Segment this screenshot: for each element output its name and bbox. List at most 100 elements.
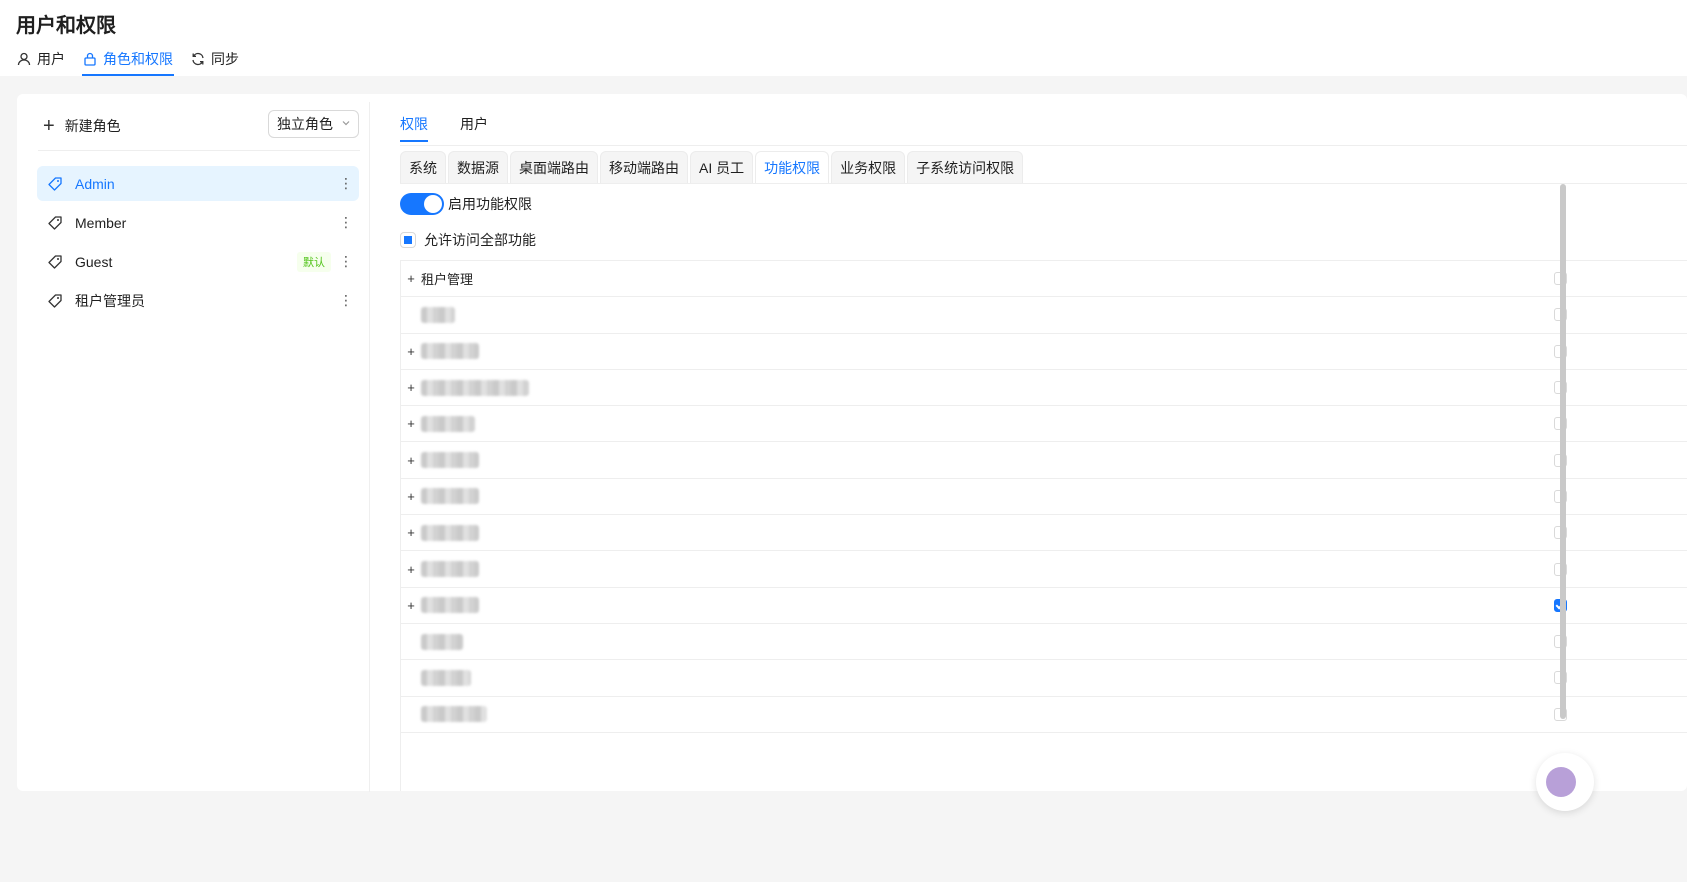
- expand-icon[interactable]: +: [401, 344, 421, 359]
- tab-users[interactable]: 用户: [16, 44, 66, 76]
- lock-icon: [83, 52, 97, 66]
- top-tabs: 用户 角色和权限 同步: [16, 44, 256, 76]
- role-name: Member: [75, 214, 127, 231]
- table-row: +: [401, 479, 1687, 516]
- tab-users-label: 用户: [37, 51, 65, 67]
- redacted-label: [421, 488, 479, 505]
- divider: [38, 150, 360, 151]
- enable-feature-permissions: 启用功能权限: [400, 192, 532, 216]
- roles-card: + 新建角色 独立角色 Admin ⋮ Member ⋮ Guest 默认 ⋮ …: [17, 94, 1687, 792]
- allow-all-row: 允许访问全部功能: [400, 229, 536, 251]
- toggle-label: 启用功能权限: [448, 196, 532, 212]
- redacted-label: [421, 561, 479, 578]
- role-name: 租户管理员: [75, 292, 145, 309]
- allow-all-checkbox[interactable]: [400, 232, 416, 248]
- more-icon[interactable]: ⋮: [339, 253, 353, 270]
- more-icon[interactable]: ⋮: [339, 214, 353, 231]
- page-header: 用户和权限 用户 角色和权限 同步: [0, 0, 1687, 76]
- expand-icon[interactable]: +: [401, 562, 421, 577]
- redacted-label: [421, 306, 455, 323]
- role-item-member[interactable]: Member ⋮: [37, 205, 359, 240]
- redacted-label: [421, 524, 479, 541]
- redacted-label: [421, 343, 479, 360]
- feature-permissions-toggle[interactable]: [400, 193, 444, 215]
- redacted-label: [421, 669, 471, 686]
- tab-sync[interactable]: 同步: [190, 44, 240, 76]
- tag-icon: [48, 254, 62, 269]
- table-row: +: [401, 406, 1687, 443]
- roles-sidebar: + 新建角色 独立角色 Admin ⋮ Member ⋮ Guest 默认 ⋮ …: [17, 94, 371, 791]
- redacted-label: [421, 379, 529, 396]
- tab-ai-employees[interactable]: AI 员工: [690, 151, 754, 184]
- redacted-label: [421, 415, 475, 432]
- role-item-guest[interactable]: Guest 默认 ⋮: [37, 244, 359, 279]
- sync-icon: [191, 52, 205, 66]
- role-item-tenant-admin[interactable]: 租户管理员 ⋮: [37, 283, 359, 318]
- more-icon[interactable]: ⋮: [339, 175, 353, 192]
- table-row: +: [401, 334, 1687, 370]
- table-row: +: [401, 551, 1687, 588]
- new-role-label: 新建角色: [64, 118, 121, 134]
- permission-label: 租户管理: [421, 272, 474, 288]
- role-name: Admin: [75, 175, 115, 192]
- tab-feature-permissions[interactable]: 功能权限: [755, 151, 830, 184]
- tab-role-users[interactable]: 用户: [460, 108, 488, 142]
- table-row: +: [401, 624, 1687, 661]
- avatar: [1546, 767, 1576, 797]
- tab-system[interactable]: 系统: [400, 151, 446, 184]
- chevron-down-icon: [341, 118, 351, 131]
- redacted-label: [421, 706, 487, 723]
- tab-mobile-routes[interactable]: 移动端路由: [600, 151, 688, 184]
- permission-table: + 租户管理 + + + + + + + +: [400, 260, 1687, 791]
- tab-permissions[interactable]: 权限: [400, 108, 428, 142]
- tab-roles-permissions[interactable]: 角色和权限: [82, 44, 174, 76]
- tab-business-permissions[interactable]: 业务权限: [831, 151, 906, 184]
- table-row: +: [401, 588, 1687, 624]
- table-row: +: [401, 660, 1687, 697]
- expand-icon[interactable]: +: [401, 525, 421, 540]
- tab-sync-label: 同步: [211, 51, 239, 67]
- new-role-button[interactable]: + 新建角色: [43, 110, 121, 142]
- expand-icon[interactable]: +: [401, 271, 421, 286]
- redacted-label: [421, 633, 463, 650]
- table-row: +: [401, 697, 1687, 733]
- role-mode-value: 独立角色: [277, 116, 333, 132]
- role-item-admin[interactable]: Admin ⋮: [37, 166, 359, 201]
- expand-icon[interactable]: +: [401, 380, 421, 395]
- more-icon[interactable]: ⋮: [339, 292, 353, 309]
- table-row: +: [401, 515, 1687, 552]
- expand-icon[interactable]: +: [401, 416, 421, 431]
- role-list: Admin ⋮ Member ⋮ Guest 默认 ⋮ 租户管理员 ⋮: [37, 166, 359, 322]
- scrollbar[interactable]: [1560, 184, 1566, 719]
- divider: [400, 183, 1687, 184]
- table-row: +: [401, 370, 1687, 407]
- table-row: +: [401, 297, 1687, 334]
- role-mode-select[interactable]: 独立角色: [268, 110, 359, 138]
- permission-panel: 权限 用户 系统 数据源 桌面端路由 移动端路由 AI 员工 功能权限 业务权限…: [370, 94, 1687, 791]
- tag-icon: [48, 215, 62, 230]
- expand-icon[interactable]: +: [401, 453, 421, 468]
- permission-category-tabs: 系统 数据源 桌面端路由 移动端路由 AI 员工 功能权限 业务权限 子系统访问…: [400, 151, 1025, 184]
- redacted-label: [421, 597, 479, 614]
- allow-all-label: 允许访问全部功能: [424, 232, 536, 248]
- tab-desktop-routes[interactable]: 桌面端路由: [510, 151, 598, 184]
- role-name: Guest: [75, 253, 113, 270]
- tab-roles-label: 角色和权限: [103, 51, 173, 67]
- table-row: + 租户管理: [401, 261, 1687, 298]
- toggle-knob: [424, 195, 442, 213]
- redacted-label: [421, 452, 479, 469]
- expand-icon[interactable]: +: [401, 598, 421, 613]
- user-icon: [17, 52, 31, 66]
- sub-tabs: 权限 用户: [400, 108, 520, 142]
- default-badge: 默认: [297, 251, 331, 272]
- tab-data-source[interactable]: 数据源: [448, 151, 508, 184]
- tab-subsystem-access[interactable]: 子系统访问权限: [907, 151, 1024, 184]
- plus-icon: +: [43, 115, 55, 137]
- tag-icon: [48, 176, 62, 191]
- table-row: +: [401, 442, 1687, 479]
- assistant-float-button[interactable]: [1536, 753, 1594, 811]
- divider: [400, 145, 1687, 146]
- tag-icon: [48, 293, 62, 308]
- expand-icon[interactable]: +: [401, 489, 421, 504]
- page-title: 用户和权限: [16, 15, 116, 37]
